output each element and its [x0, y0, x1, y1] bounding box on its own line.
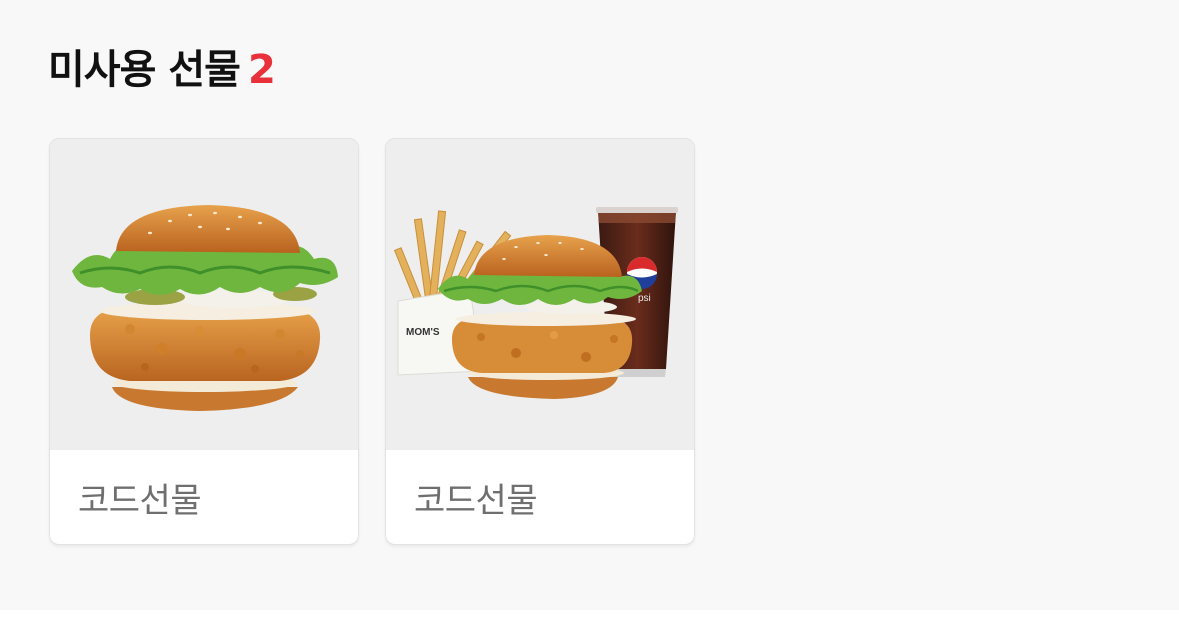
- section-title: 미사용 선물 2: [48, 42, 276, 98]
- section-title-text: 미사용 선물: [48, 47, 241, 93]
- gift-count-badge: 2: [247, 47, 276, 93]
- gift-card[interactable]: 코드선물: [49, 138, 359, 545]
- gift-card[interactable]: MOM'S psi 코드선물: [385, 138, 695, 545]
- cup-brand-text: psi: [638, 293, 651, 304]
- fries-bag-brand-text: MOM'S: [406, 327, 440, 338]
- gift-type-label: 코드선물: [78, 481, 202, 521]
- burger-set-image: MOM'S psi: [386, 139, 694, 450]
- unused-gifts-section: 미사용 선물 2 코드선물 MOM'S psi 코드선물: [0, 0, 1179, 610]
- gift-type-label: 코드선물: [414, 481, 538, 521]
- chicken-burger-image: [50, 139, 358, 450]
